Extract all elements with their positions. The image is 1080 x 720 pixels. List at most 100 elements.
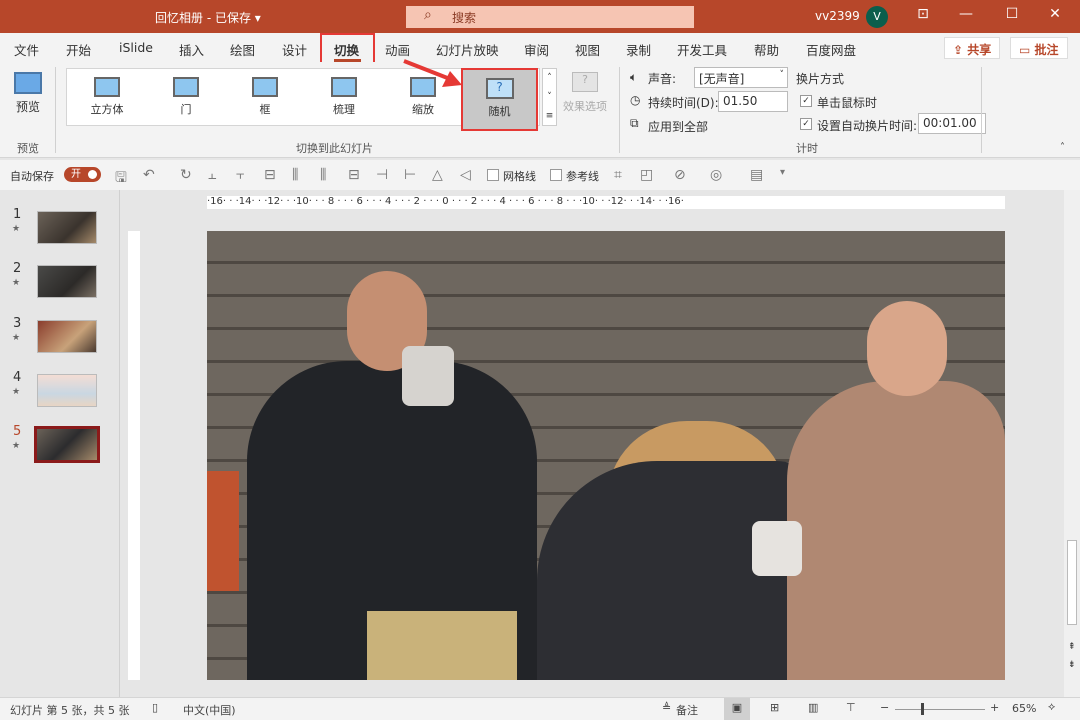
guides-checkbox[interactable]: [550, 169, 562, 181]
merge-shapes-icon[interactable]: ⊘: [674, 167, 686, 183]
box-icon: [252, 77, 278, 97]
align-bottom-icon[interactable]: ⫠: [208, 167, 216, 183]
tab-home[interactable]: 开始: [66, 40, 91, 59]
effect-options-button[interactable]: ? 效果选项: [560, 72, 610, 114]
tab-view[interactable]: 视图: [575, 40, 600, 59]
auto-advance-checkbox[interactable]: ✓: [800, 118, 812, 130]
tab-design[interactable]: 设计: [282, 40, 307, 59]
slide-canvas[interactable]: [207, 231, 1005, 680]
zoom-level[interactable]: 65%: [1012, 702, 1036, 715]
close-icon[interactable]: ✕: [1045, 6, 1065, 22]
transition-cube[interactable]: 立方体: [77, 77, 137, 117]
tab-insert[interactable]: 插入: [179, 40, 204, 59]
previous-slide-icon[interactable]: ⇞: [1068, 642, 1076, 652]
preview-button[interactable]: 预览: [14, 72, 42, 115]
distribute-h-icon[interactable]: ⫼: [292, 167, 298, 183]
redo-icon[interactable]: ↻: [180, 167, 192, 183]
woman-scarf: [787, 381, 1005, 680]
align-left-icon[interactable]: ⊢: [404, 167, 416, 183]
tab-baidu[interactable]: 百度网盘: [806, 40, 856, 59]
effect-icon[interactable]: ◎: [710, 167, 722, 183]
scroll-thumb[interactable]: [1067, 540, 1077, 625]
gridlines-label: 网格线: [503, 170, 536, 183]
tab-record[interactable]: 录制: [626, 40, 651, 59]
transition-label: 立方体: [90, 103, 124, 116]
slide-thumbnail-5[interactable]: [34, 426, 100, 463]
normal-view-icon[interactable]: ▣: [724, 698, 750, 720]
share-icon: ⇪: [953, 43, 964, 57]
zoom-slider[interactable]: [895, 703, 985, 715]
search-box[interactable]: ⌕ 搜索: [406, 6, 694, 28]
slide-sorter-icon[interactable]: ⊞: [770, 701, 779, 714]
avatar[interactable]: V: [866, 6, 888, 28]
distribute-icon[interactable]: ⫼: [320, 167, 326, 183]
vertical-scrollbar[interactable]: ⇞ ⇟: [1064, 190, 1080, 697]
slide-thumbnail-2[interactable]: [37, 265, 97, 298]
doors-icon: [173, 77, 199, 97]
tab-file[interactable]: 文件: [14, 40, 39, 59]
save-icon[interactable]: 🖫︎: [115, 167, 127, 191]
zoom-out-icon[interactable]: −: [880, 701, 889, 714]
clock-icon: ◷: [630, 93, 641, 107]
user-name[interactable]: vv2399: [815, 9, 860, 23]
minimize-icon[interactable]: —: [956, 6, 976, 22]
tab-help[interactable]: 帮助: [754, 40, 779, 59]
gallery-scroll[interactable]: ˄ ˅ ≡: [542, 68, 557, 126]
title-bar: 回忆相册 - 已保存 ▾ ⌕ 搜索 vv2399 V ⊡ — ☐ ✕: [0, 0, 1080, 33]
flip-vertical-icon[interactable]: △: [432, 167, 443, 183]
align-top-icon[interactable]: ⫟: [236, 167, 244, 183]
tab-draw[interactable]: 绘图: [230, 40, 255, 59]
autosave-label: 自动保存: [10, 170, 54, 183]
reading-view-icon[interactable]: ▥: [808, 701, 818, 714]
mug: [402, 346, 454, 406]
maximize-icon[interactable]: ☐: [1002, 6, 1022, 22]
sound-select[interactable]: [无声音] ˅: [694, 67, 788, 88]
ribbon-display-icon[interactable]: ⊡: [913, 6, 933, 22]
zoom-slider-thumb[interactable]: [921, 703, 924, 715]
zoom-in-icon[interactable]: +: [990, 701, 999, 714]
crop-icon[interactable]: ⌗: [614, 167, 622, 183]
flip-horizontal-icon[interactable]: ◁: [460, 167, 471, 183]
group-label-timing: 计时: [796, 142, 818, 155]
slide-thumbnail-4[interactable]: [37, 374, 97, 407]
comment-label: 批注: [1034, 43, 1059, 57]
on-click-checkbox[interactable]: ✓: [800, 95, 812, 107]
comment-button[interactable]: ▭ 批注: [1010, 37, 1068, 59]
effect-options-label: 效果选项: [563, 100, 607, 113]
slide-thumbnail-3[interactable]: [37, 320, 97, 353]
slide-thumbnail-1[interactable]: [37, 211, 97, 244]
collapse-ribbon-icon[interactable]: ˄: [1060, 142, 1065, 153]
spellcheck-icon[interactable]: ▯: [152, 701, 158, 714]
tab-developer[interactable]: 开发工具: [677, 40, 727, 59]
slideshow-icon[interactable]: ⊤: [846, 701, 856, 714]
customize-toolbar-icon[interactable]: ▾: [780, 167, 785, 178]
tab-review[interactable]: 审阅: [524, 40, 549, 59]
language[interactable]: 中文(中国): [183, 702, 236, 718]
transition-comb[interactable]: 梳理: [314, 77, 374, 117]
transition-doors[interactable]: 门: [156, 77, 216, 117]
fit-to-window-icon[interactable]: ⟡: [1048, 700, 1055, 714]
document-title[interactable]: 回忆相册 - 已保存 ▾: [155, 9, 261, 26]
undo-icon[interactable]: ↶: [143, 167, 155, 183]
align-center-icon[interactable]: ⊟: [348, 167, 360, 183]
transition-box[interactable]: 框: [235, 77, 295, 117]
shape-icon[interactable]: ◰: [640, 167, 653, 183]
slide-number: 5: [13, 424, 22, 439]
duration-input[interactable]: 01.50: [718, 91, 788, 112]
ribbon: 预览 预览 立方体 门 框 梳理 缩放 ˄ ˅ ≡ ? 效果选项 切换到此幻灯片 🔈︎…: [0, 62, 1080, 158]
on-click-label: 单击鼠标时: [817, 96, 878, 110]
notes-button[interactable]: 备注: [676, 702, 698, 718]
autosave-toggle[interactable]: 开: [64, 167, 101, 182]
selection-pane-icon[interactable]: ▤: [750, 167, 763, 183]
tab-islide[interactable]: iSlide: [119, 40, 153, 55]
share-button[interactable]: ⇪ 共享: [944, 37, 1001, 59]
align-right-icon[interactable]: ⊣: [376, 167, 388, 183]
transition-random[interactable]: ? 随机: [461, 68, 538, 131]
apply-all-button[interactable]: 应用到全部: [648, 118, 708, 135]
align-middle-icon[interactable]: ⊟: [264, 167, 276, 183]
next-slide-icon[interactable]: ⇟: [1068, 660, 1076, 670]
tab-transitions-label: 切换: [334, 43, 360, 58]
apply-all-icon: ⧉: [630, 116, 639, 130]
gridlines-checkbox[interactable]: [487, 169, 499, 181]
auto-advance-input[interactable]: 00:01.00: [918, 113, 986, 134]
